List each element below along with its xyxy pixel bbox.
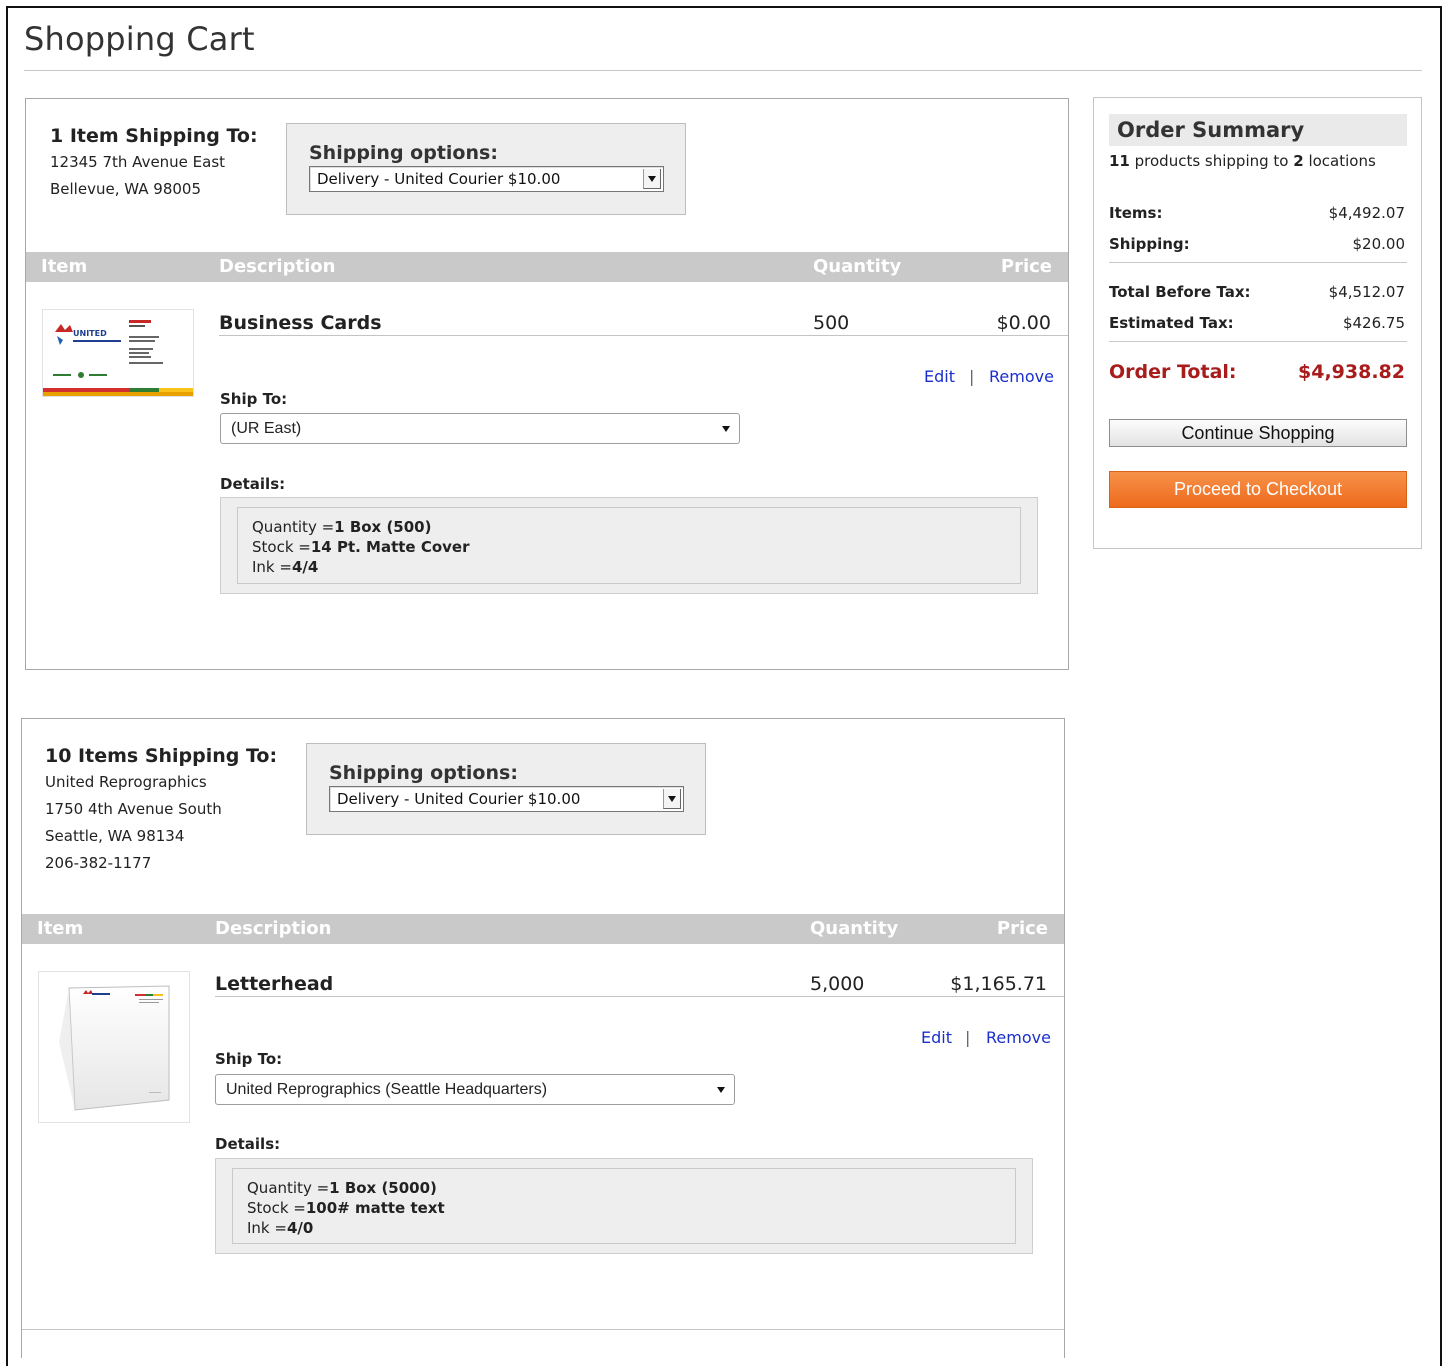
items-value: $4,492.07 (1328, 204, 1405, 222)
product-quantity: 5,000 (810, 973, 865, 995)
details-panel: Quantity =1 Box (5000) Stock =100# matte… (215, 1158, 1033, 1254)
column-header-item: Item (37, 918, 84, 939)
edit-link[interactable]: Edit (921, 1028, 952, 1047)
product-divider (215, 996, 1064, 997)
detail-row: Stock =14 Pt. Matte Cover (252, 538, 470, 556)
shipment-heading: 10 Items Shipping To: (45, 745, 278, 767)
shipping-options-panel: Shipping options: Delivery - United Cour… (286, 123, 686, 215)
shipment-heading: 1 Item Shipping To: (50, 125, 258, 147)
continue-shopping-button[interactable]: Continue Shopping (1109, 419, 1407, 447)
shipping-label: Shipping: (1109, 235, 1190, 253)
product-divider (219, 335, 1068, 336)
detail-row: Ink =4/0 (247, 1219, 314, 1237)
dropdown-arrow-icon (643, 169, 661, 189)
ship-to-label: Ship To: (215, 1050, 283, 1068)
edit-link[interactable]: Edit (924, 367, 955, 386)
column-header-price: Price (1000, 256, 1052, 277)
column-header-item: Item (41, 256, 88, 277)
letterhead-thumbnail (38, 971, 190, 1123)
detail-row: Stock =100# matte text (247, 1199, 445, 1217)
shipping-option-value: Delivery - United Courier $10.00 (337, 790, 581, 808)
product-price: $0.00 (996, 312, 1051, 334)
details-label: Details: (215, 1135, 281, 1153)
details-box: Quantity =1 Box (500) Stock =14 Pt. Matt… (237, 507, 1021, 584)
dropdown-arrow-icon (722, 426, 730, 432)
ship-to-value: (UR East) (231, 420, 302, 437)
detail-row: Quantity =1 Box (500) (252, 518, 432, 536)
ship-to-value: United Reprographics (Seattle Headquarte… (226, 1081, 548, 1098)
shipping-options-select[interactable]: Delivery - United Courier $10.00 (309, 166, 664, 192)
dropdown-arrow-icon (663, 789, 681, 809)
order-summary-panel: Order Summary 11 products shipping to 2 … (1093, 97, 1422, 549)
column-header-price: Price (996, 918, 1048, 939)
product-name: Letterhead (215, 973, 334, 995)
dropdown-arrow-icon (717, 1087, 725, 1093)
total-before-tax-value: $4,512.07 (1328, 283, 1405, 301)
shipping-option-value: Delivery - United Courier $10.00 (317, 170, 561, 188)
estimated-tax-value: $426.75 (1342, 314, 1405, 332)
summary-divider (1109, 341, 1407, 342)
column-header-description: Description (219, 256, 336, 277)
column-header-quantity: Quantity (813, 256, 902, 277)
remove-link[interactable]: Remove (986, 1028, 1051, 1047)
product-quantity: 500 (813, 312, 850, 334)
address-line: Bellevue, WA 98005 (50, 180, 201, 198)
ship-to-label: Ship To: (220, 390, 288, 408)
address-line: 1750 4th Avenue South (45, 800, 222, 818)
column-header-quantity: Quantity (810, 918, 899, 939)
item-table-header: Item Description Quantity Price (22, 914, 1064, 944)
total-before-tax-label: Total Before Tax: (1109, 283, 1251, 301)
page-title: Shopping Cart (24, 20, 255, 58)
order-summary-header: Order Summary (1109, 114, 1407, 146)
shipment-group-1: 1 Item Shipping To: 12345 7th Avenue Eas… (25, 98, 1069, 670)
ship-to-select[interactable]: (UR East) (220, 413, 740, 444)
shipping-options-label: Shipping options: (329, 762, 518, 784)
shipping-options-select[interactable]: Delivery - United Courier $10.00 (329, 786, 684, 812)
product-price: $1,165.71 (950, 973, 1047, 995)
remove-link[interactable]: Remove (989, 367, 1054, 386)
shipment-bottom-divider (22, 1329, 1064, 1330)
detail-row: Quantity =1 Box (5000) (247, 1179, 437, 1197)
shipment-group-2: 10 Items Shipping To: United Reprographi… (21, 718, 1065, 1358)
address-line: Seattle, WA 98134 (45, 827, 185, 845)
address-line: United Reprographics (45, 773, 207, 791)
column-header-description: Description (215, 918, 332, 939)
details-panel: Quantity =1 Box (500) Stock =14 Pt. Matt… (220, 497, 1038, 594)
details-label: Details: (220, 475, 286, 493)
address-line: 12345 7th Avenue East (50, 153, 226, 171)
shipping-options-panel: Shipping options: Delivery - United Cour… (306, 743, 706, 835)
items-label: Items: (1109, 204, 1163, 222)
shipping-value: $20.00 (1352, 235, 1406, 253)
order-summary-subtitle: 11 products shipping to 2 locations (1109, 152, 1376, 170)
estimated-tax-label: Estimated Tax: (1109, 314, 1234, 332)
ship-to-select[interactable]: United Reprographics (Seattle Headquarte… (215, 1074, 735, 1105)
letterhead-image (59, 985, 170, 1111)
order-summary-title: Order Summary (1117, 118, 1305, 142)
order-total-value: $4,938.82 (1298, 361, 1405, 383)
details-box: Quantity =1 Box (5000) Stock =100# matte… (232, 1168, 1016, 1244)
title-divider (24, 70, 1422, 71)
link-separator: | (965, 1028, 971, 1047)
svg-text:UNITED: UNITED (73, 329, 107, 338)
product-name: Business Cards (219, 312, 382, 334)
business-card-thumbnail: UNITED (42, 309, 194, 397)
address-line: 206-382-1177 (45, 854, 152, 872)
summary-divider (1109, 262, 1407, 263)
detail-row: Ink =4/4 (252, 558, 319, 576)
order-total-label: Order Total: (1109, 361, 1237, 383)
link-separator: | (969, 367, 975, 386)
business-card-image: UNITED (43, 310, 193, 396)
shipping-options-label: Shipping options: (309, 142, 498, 164)
item-table-header: Item Description Quantity Price (26, 252, 1068, 282)
proceed-to-checkout-button[interactable]: Proceed to Checkout (1109, 471, 1407, 508)
